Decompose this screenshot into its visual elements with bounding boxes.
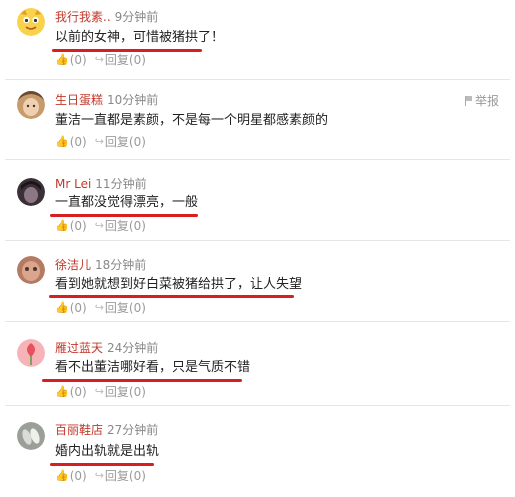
comment-actions: 👍 (0) ↪ 回复(0) bbox=[55, 299, 146, 316]
report-label: 举报 bbox=[474, 94, 499, 108]
comment-actions: 👍 (0) ↪ 回复(0) bbox=[55, 467, 146, 484]
avatar[interactable] bbox=[17, 339, 45, 367]
timestamp: 11分钟前 bbox=[95, 177, 147, 191]
like-button[interactable]: 👍 (0) bbox=[55, 385, 87, 399]
avatar[interactable] bbox=[17, 8, 45, 36]
reply-arrow-icon: ↪ bbox=[94, 219, 104, 232]
avatar[interactable] bbox=[17, 256, 45, 284]
reply-label: 回复(0) bbox=[104, 385, 146, 399]
comment-text: 以前的女神，可惜被猪拱了！ bbox=[55, 30, 225, 45]
comment-meta: Mr Lei 11分钟前 bbox=[55, 176, 147, 192]
highlight-underline bbox=[49, 295, 294, 298]
timestamp: 27分钟前 bbox=[107, 423, 159, 437]
timestamp: 18分钟前 bbox=[95, 258, 147, 272]
comment-text: 董洁一直都是素颜，不是每一个明星都感素颜的 bbox=[55, 113, 329, 128]
thumbs-up-icon: 👍 bbox=[55, 385, 69, 398]
comment-meta: 我行我素.. 9分钟前 bbox=[55, 9, 158, 25]
reply-label: 回复(0) bbox=[104, 219, 146, 233]
reply-arrow-icon: ↪ bbox=[94, 469, 104, 482]
comment-text: 看不出董洁哪好看，只是气质不错 bbox=[55, 360, 251, 375]
reply-button[interactable]: ↪ 回复(0) bbox=[95, 51, 146, 68]
reply-label: 回复(0) bbox=[104, 53, 146, 67]
comment-list: 我行我素.. 9分钟前 以前的女神，可惜被猪拱了！ 👍 (0) ↪ 回复(0) 生日蛋… bbox=[0, 0, 515, 497]
like-count: (0) bbox=[69, 218, 87, 233]
thumbs-up-icon: 👍 bbox=[55, 469, 69, 482]
highlight-underline bbox=[42, 379, 242, 382]
flag-icon bbox=[464, 95, 473, 106]
reply-button[interactable]: ↪ 回复(0) bbox=[95, 467, 146, 484]
timestamp: 10分钟前 bbox=[107, 93, 159, 107]
like-button[interactable]: 👍 (0) bbox=[55, 469, 87, 483]
like-count: (0) bbox=[69, 134, 87, 149]
username[interactable]: Mr Lei bbox=[55, 177, 91, 191]
comment-item: 百丽鞋店 27分钟前 婚内出轨就是出轨 👍 (0) ↪ 回复(0) bbox=[0, 406, 515, 486]
thumbs-up-icon: 👍 bbox=[55, 135, 69, 148]
comment-actions: 👍 (0) ↪ 回复(0) bbox=[55, 217, 146, 234]
comment-actions: 👍 (0) ↪ 回复(0) bbox=[55, 383, 146, 400]
reply-button[interactable]: ↪ 回复(0) bbox=[95, 299, 146, 316]
like-button[interactable]: 👍 (0) bbox=[55, 301, 87, 315]
divider bbox=[5, 321, 510, 322]
comment-actions: 👍 (0) ↪ 回复(0) bbox=[55, 133, 146, 150]
divider bbox=[5, 240, 510, 241]
highlight-underline bbox=[50, 463, 154, 466]
reply-arrow-icon: ↪ bbox=[94, 385, 104, 398]
comment-item: Mr Lei 11分钟前 一直都没觉得漂亮，一般 👍 (0) ↪ 回复(0) bbox=[0, 160, 515, 241]
comment-item: 生日蛋糕 10分钟前 举报 董洁一直都是素颜，不是每一个明星都感素颜的 👍 (0) … bbox=[0, 80, 515, 160]
like-count: (0) bbox=[69, 52, 87, 67]
timestamp: 9分钟前 bbox=[114, 10, 159, 24]
reply-label: 回复(0) bbox=[104, 135, 146, 149]
username[interactable]: 百丽鞋店 bbox=[55, 423, 103, 437]
timestamp: 24分钟前 bbox=[107, 341, 159, 355]
thumbs-up-icon: 👍 bbox=[55, 219, 69, 232]
reply-arrow-icon: ↪ bbox=[94, 301, 104, 314]
username[interactable]: 雁过蓝天 bbox=[55, 341, 103, 355]
report-button[interactable]: 举报 bbox=[464, 92, 499, 109]
comment-item: 徐洁儿 18分钟前 看到她就想到好白菜被猪给拱了，让人失望 👍 (0) ↪ 回复(0) bbox=[0, 242, 515, 322]
reply-label: 回复(0) bbox=[104, 469, 146, 483]
like-button[interactable]: 👍 (0) bbox=[55, 135, 87, 149]
avatar[interactable] bbox=[17, 178, 45, 206]
comment-text: 看到她就想到好白菜被猪给拱了，让人失望 bbox=[55, 277, 303, 292]
like-count: (0) bbox=[69, 300, 87, 315]
like-button[interactable]: 👍 (0) bbox=[55, 53, 87, 67]
comment-item: 雁过蓝天 24分钟前 看不出董洁哪好看，只是气质不错 👍 (0) ↪ 回复(0) bbox=[0, 323, 515, 406]
reply-button[interactable]: ↪ 回复(0) bbox=[95, 217, 146, 234]
reply-button[interactable]: ↪ 回复(0) bbox=[95, 383, 146, 400]
like-count: (0) bbox=[69, 384, 87, 399]
reply-label: 回复(0) bbox=[104, 301, 146, 315]
like-count: (0) bbox=[69, 468, 87, 483]
comment-meta: 百丽鞋店 27分钟前 bbox=[55, 422, 158, 438]
comment-actions: 👍 (0) ↪ 回复(0) bbox=[55, 51, 146, 68]
username[interactable]: 生日蛋糕 bbox=[55, 93, 103, 107]
reply-arrow-icon: ↪ bbox=[94, 135, 104, 148]
comment-text: 婚内出轨就是出轨 bbox=[55, 444, 160, 459]
comment-text: 一直都没觉得漂亮，一般 bbox=[55, 195, 199, 210]
comment-meta: 雁过蓝天 24分钟前 bbox=[55, 340, 158, 356]
like-button[interactable]: 👍 (0) bbox=[55, 219, 87, 233]
comment-meta: 徐洁儿 18分钟前 bbox=[55, 257, 146, 273]
comment-meta: 生日蛋糕 10分钟前 bbox=[55, 92, 158, 108]
avatar[interactable] bbox=[17, 91, 45, 119]
thumbs-up-icon: 👍 bbox=[55, 301, 69, 314]
reply-arrow-icon: ↪ bbox=[94, 53, 104, 66]
reply-button[interactable]: ↪ 回复(0) bbox=[95, 133, 146, 150]
thumbs-up-icon: 👍 bbox=[55, 53, 69, 66]
comment-item: 我行我素.. 9分钟前 以前的女神，可惜被猪拱了！ 👍 (0) ↪ 回复(0) bbox=[0, 0, 515, 80]
avatar[interactable] bbox=[17, 422, 45, 450]
username[interactable]: 徐洁儿 bbox=[55, 258, 91, 272]
username[interactable]: 我行我素.. bbox=[55, 10, 111, 24]
